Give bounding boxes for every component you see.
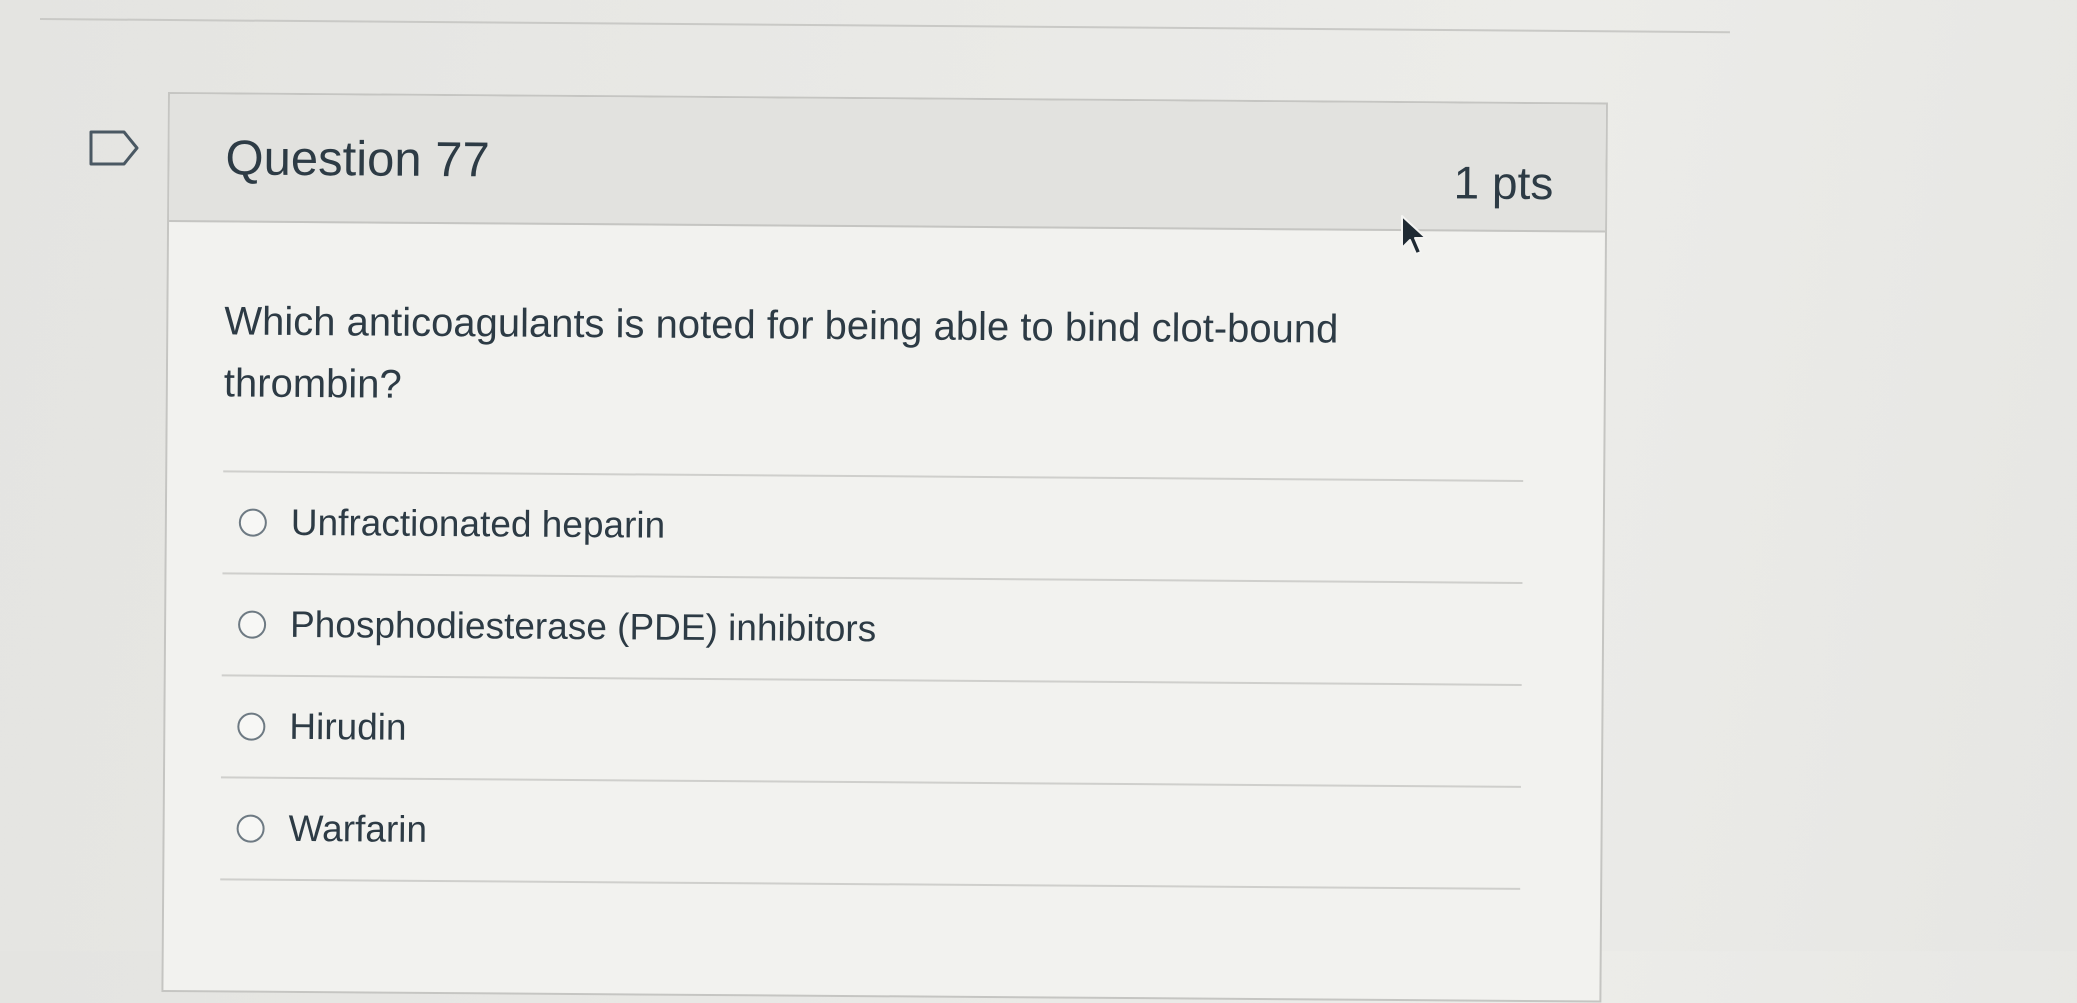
question-header: Question 77 1 pts xyxy=(169,94,1606,233)
radio-button[interactable] xyxy=(238,508,267,537)
answer-list: Unfractionated heparin Phosphodiesterase… xyxy=(219,470,1524,990)
answer-label[interactable]: Phosphodiesterase (PDE) inhibitors xyxy=(290,604,876,650)
answer-option[interactable]: Unfractionated heparin xyxy=(222,470,1524,582)
question-text: Which anticoagulants is noted for being … xyxy=(223,299,1339,407)
question-body: Which anticoagulants is noted for being … xyxy=(163,222,1605,991)
mouse-pointer-icon xyxy=(1401,215,1427,255)
top-divider xyxy=(39,18,1730,34)
radio-button[interactable] xyxy=(236,814,265,843)
radio-button[interactable] xyxy=(237,610,267,639)
answer-label[interactable]: Warfarin xyxy=(288,808,427,851)
answer-option[interactable]: Warfarin xyxy=(220,776,1521,888)
question-points: 1 pts xyxy=(1453,156,1554,210)
answer-option[interactable]: Phosphodiesterase (PDE) inhibitors xyxy=(221,572,1523,684)
answer-label[interactable]: Unfractionated heparin xyxy=(291,502,666,547)
question-card: Question 77 1 pts Which anticoagulants i… xyxy=(161,92,1608,1003)
answer-option[interactable]: Hirudin xyxy=(220,674,1522,786)
flag-question-icon[interactable] xyxy=(88,128,140,168)
question-title: Question 77 xyxy=(225,131,490,188)
answer-label[interactable]: Hirudin xyxy=(289,706,407,749)
answer-divider xyxy=(219,878,1521,990)
radio-button[interactable] xyxy=(237,712,266,741)
